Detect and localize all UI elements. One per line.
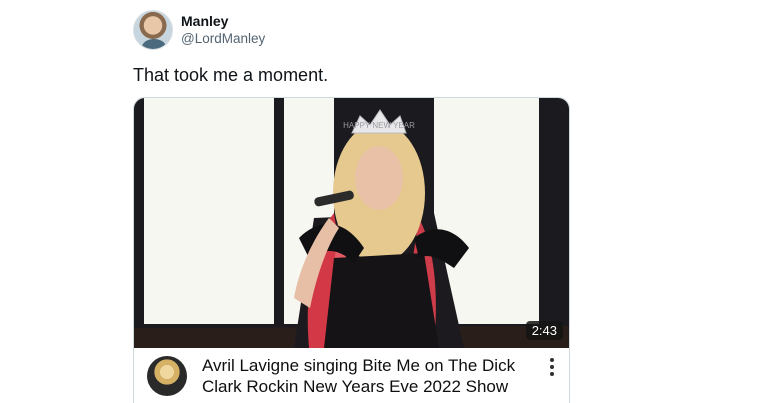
video-thumbnail[interactable]: HAPPY NEW YEAR 2:43 <box>134 98 569 348</box>
channel-avatar[interactable] <box>147 356 187 396</box>
user-handle[interactable]: @LordManley <box>181 30 265 47</box>
video-title-line2: Clark Rockin New Years Eve 2022 Show <box>202 377 509 396</box>
tweet-header: Manley @LordManley <box>133 10 265 50</box>
video-card[interactable]: HAPPY NEW YEAR 2:43 Avril Lavigne singin… <box>133 97 570 403</box>
vertical-ellipsis-icon[interactable] <box>547 358 557 378</box>
video-duration: 2:43 <box>525 321 563 340</box>
tweet-text: That took me a moment. <box>133 65 329 85</box>
display-name[interactable]: Manley <box>181 13 265 30</box>
user-names: Manley @LordManley <box>181 13 265 47</box>
tiara-text: HAPPY NEW YEAR <box>343 121 415 130</box>
user-avatar[interactable] <box>133 10 173 50</box>
video-info: Avril Lavigne singing Bite Me on The Dic… <box>134 348 569 403</box>
performer-image: HAPPY NEW YEAR <box>134 109 569 348</box>
video-title[interactable]: Avril Lavigne singing Bite Me on The Dic… <box>202 355 542 397</box>
video-title-line1: Avril Lavigne singing Bite Me on The Dic… <box>202 356 516 375</box>
